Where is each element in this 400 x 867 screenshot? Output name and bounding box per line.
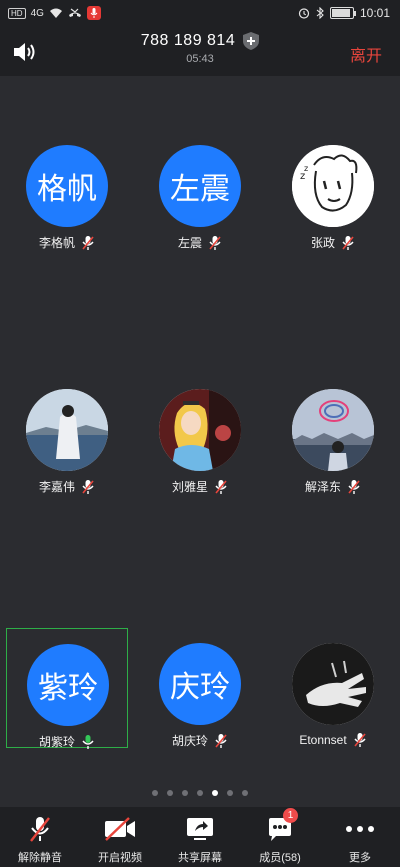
share-screen-label: 共享屏幕	[178, 852, 222, 864]
page-dot[interactable]	[152, 790, 158, 796]
avatar: z z	[292, 145, 374, 227]
mic-muted-icon	[82, 235, 94, 250]
participant-name: 李嘉伟	[38, 480, 75, 494]
members-label: 成员(58)	[259, 852, 301, 864]
bottom-toolbar: 解除静音 开启视频 共享屏幕 1 成员(58) 更多	[0, 807, 400, 867]
status-left: HD 4G	[8, 6, 101, 20]
participant-name: 李格帆	[38, 236, 75, 250]
unmute-button[interactable]: 解除静音	[0, 807, 80, 867]
page-dot[interactable]	[182, 790, 188, 796]
mic-muted-icon	[354, 733, 366, 747]
battery-level	[331, 9, 350, 17]
mic-muted-icon	[215, 479, 227, 494]
leave-button[interactable]: 离开	[350, 42, 382, 66]
more-button[interactable]: 更多	[320, 807, 400, 867]
participant-tile[interactable]: 刘雅星	[139, 374, 261, 494]
members-button[interactable]: 1 成员(58)	[240, 807, 320, 867]
participant-name: 张政	[310, 236, 335, 250]
cartoon-photo-avatar	[159, 389, 241, 471]
avatar	[292, 389, 374, 471]
avatar: 左震	[159, 145, 241, 227]
page-dot[interactable]	[167, 790, 173, 796]
meeting-id: 788 189 814	[140, 32, 236, 49]
participant-tile[interactable]: 解泽东	[272, 374, 394, 494]
page-dot[interactable]	[242, 790, 248, 796]
avatar	[159, 389, 241, 471]
avatar	[292, 643, 374, 725]
participant-tile[interactable]: 格帆 李格帆	[6, 130, 128, 250]
participant-tile[interactable]: z z 张政	[272, 130, 394, 250]
wifi-icon	[49, 8, 62, 18]
page-dot[interactable]	[197, 790, 203, 796]
participant-tile[interactable]: Etonnset	[272, 628, 394, 748]
mic-active-icon	[82, 734, 94, 749]
clock: 10:01	[359, 6, 390, 20]
page-dot-active[interactable]	[212, 790, 218, 796]
start-video-button[interactable]: 开启视频	[80, 807, 160, 867]
status-right: 10:01	[298, 6, 390, 20]
members-badge: 1	[283, 808, 298, 823]
avatar	[26, 389, 108, 471]
share-screen-icon	[187, 818, 213, 840]
avatar: 紫玲	[27, 644, 109, 726]
svg-text:z: z	[304, 164, 308, 173]
status-bar: HD 4G 10:01	[0, 0, 400, 28]
page-indicator[interactable]	[0, 790, 400, 796]
missed-call-icon	[68, 8, 81, 17]
hd-chip: HD	[8, 7, 26, 19]
avatar: 格帆	[26, 145, 108, 227]
network-type: 4G	[30, 7, 44, 19]
unmute-label: 解除静音	[18, 852, 62, 864]
meeting-title: 788 189 814 05:43	[0, 32, 400, 65]
halo-photo-avatar	[292, 389, 374, 471]
hand-photo-avatar	[292, 643, 374, 725]
participant-name: Etonnset	[299, 733, 347, 747]
battery-icon	[329, 7, 356, 19]
participant-tile[interactable]: 左震 左震	[139, 130, 261, 250]
meeting-duration: 05:43	[186, 53, 214, 65]
start-video-label: 开启视频	[98, 852, 142, 864]
more-label: 更多	[349, 852, 371, 864]
seaside-photo-avatar	[26, 389, 108, 471]
participant-name: 胡紫玲	[38, 735, 75, 749]
participant-name: 刘雅星	[171, 480, 208, 494]
mic-muted-icon	[82, 479, 94, 494]
mic-muted-icon	[30, 817, 50, 842]
sketch-face-avatar: z z	[292, 145, 374, 227]
alarm-icon	[298, 8, 310, 19]
shield-plus-icon[interactable]	[243, 32, 260, 50]
avatar: 庆玲	[159, 643, 241, 725]
mic-muted-icon	[209, 235, 221, 250]
participant-name: 左震	[177, 236, 202, 250]
page-dot[interactable]	[227, 790, 233, 796]
meeting-id-row[interactable]: 788 189 814	[140, 32, 260, 50]
mic-muted-icon	[348, 479, 360, 494]
mic-muted-icon	[342, 235, 354, 250]
participant-tile[interactable]: 李嘉伟	[6, 374, 128, 494]
video-off-icon	[105, 817, 135, 841]
participant-name: 胡庆玲	[171, 734, 208, 748]
participant-name: 解泽东	[304, 480, 341, 494]
share-screen-button[interactable]: 共享屏幕	[160, 807, 240, 867]
more-icon	[346, 826, 374, 832]
participant-tile[interactable]: 庆玲 胡庆玲	[139, 628, 261, 748]
participant-tile-speaking[interactable]: 紫玲 胡紫玲	[6, 628, 128, 749]
bluetooth-icon	[316, 7, 324, 19]
meeting-header: 788 189 814 05:43 离开	[0, 28, 400, 76]
mic-muted-icon	[215, 733, 227, 748]
recording-mic-icon	[86, 6, 101, 20]
